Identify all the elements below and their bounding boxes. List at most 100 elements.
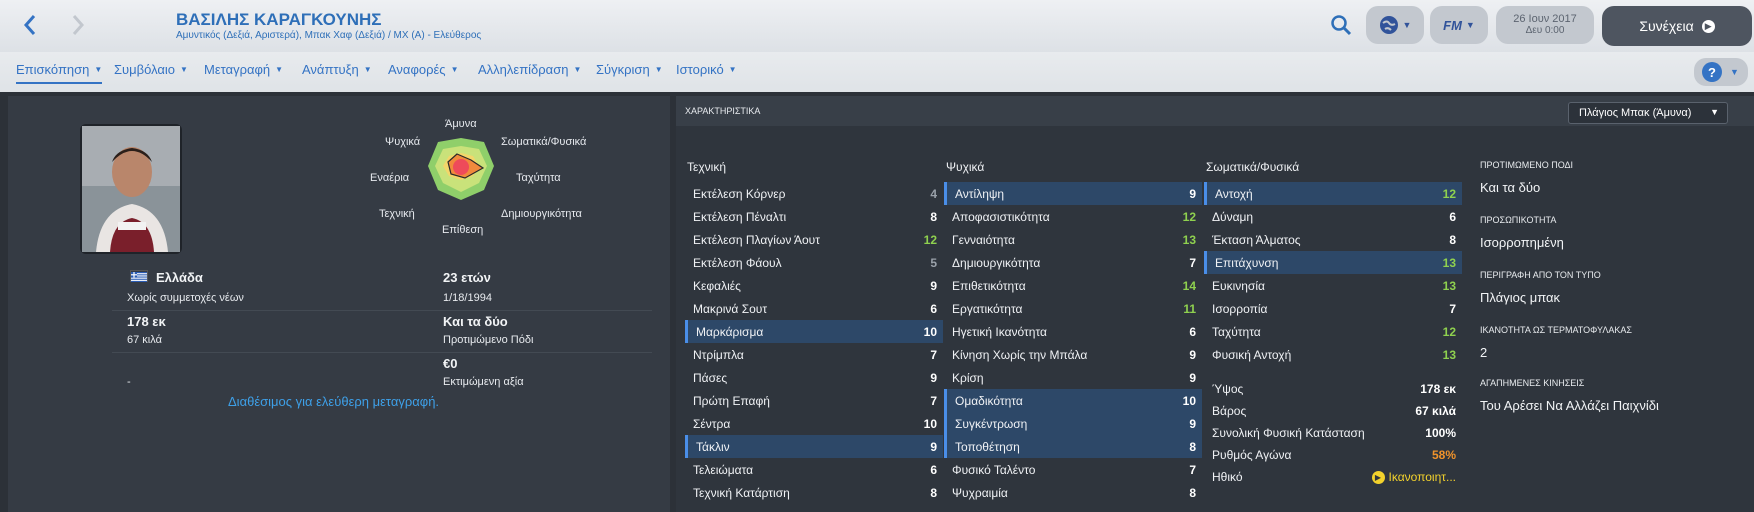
- attribute-value: 13: [1442, 278, 1456, 293]
- attribute-row[interactable]: Ηγετική Ικανότητα 6: [944, 320, 1202, 343]
- attribute-row[interactable]: Μακρινά Σουτ 6: [685, 297, 943, 320]
- attribute-row[interactable]: Ευκινησία 13: [1204, 274, 1462, 297]
- chevron-down-icon: ▼: [1730, 67, 1739, 77]
- chevron-down-icon: ▼: [573, 65, 582, 74]
- attribute-row[interactable]: Κεφαλιές 9: [685, 274, 943, 297]
- chevron-down-icon: ▼: [275, 65, 284, 74]
- attribute-name: Συνολική Φυσική Κατάσταση: [1212, 426, 1365, 440]
- attribute-row[interactable]: Ομαδικότητα 10: [944, 389, 1202, 412]
- chevron-down-icon: ▼: [94, 65, 103, 74]
- globe-menu-button[interactable]: ▼: [1366, 6, 1424, 44]
- attribute-row[interactable]: Πάσες 9: [685, 366, 943, 389]
- attribute-value: 6: [930, 301, 937, 316]
- attribute-row[interactable]: Συνολική Φυσική Κατάσταση 100%: [1204, 422, 1462, 444]
- attribute-value: 10: [923, 416, 937, 431]
- attribute-row[interactable]: Βάρος 67 κιλά: [1204, 400, 1462, 422]
- game-date[interactable]: 26 Ιουν 2017 Δευ 0:00: [1496, 6, 1594, 44]
- physical-extra-list: Ύψος 178 εκ Βάρος 67 κιλά Συνολική Φυσική Κα…: [1204, 378, 1462, 488]
- attribute-row[interactable]: Τοποθέτηση 8: [944, 435, 1202, 458]
- attribute-value: 13: [1442, 347, 1456, 362]
- estimated-value-label: Εκτιμώμενη αξία: [443, 376, 524, 388]
- search-icon[interactable]: [1330, 14, 1356, 38]
- attribute-row[interactable]: Σέντρα 10: [685, 412, 943, 435]
- attribute-row[interactable]: Ντρίμπλα 7: [685, 343, 943, 366]
- attribute-row[interactable]: Φυσική Αντοχή 13: [1204, 343, 1462, 366]
- attribute-row[interactable]: Τελειώματα 6: [685, 458, 943, 481]
- attribute-row[interactable]: Επιθετικότητα 14: [944, 274, 1202, 297]
- tab-comparison[interactable]: Σύγκριση ▼: [596, 62, 663, 84]
- attribute-row[interactable]: Δύναμη 6: [1204, 205, 1462, 228]
- attribute-name: Εκτέλεση Πέναλτι: [693, 209, 787, 224]
- attribute-name: Πρώτη Επαφή: [693, 393, 770, 408]
- mental-column: Ψυχικά Αντίληψη 9 Αποφασιστικότητα 12 Γενναι…: [944, 160, 1202, 504]
- time-text: Δευ 0:00: [1525, 25, 1565, 36]
- attribute-row[interactable]: Τεχνική Κατάρτιση 8: [685, 481, 943, 504]
- info-label: ΑΓΑΠΗΜΕΝΕΣ ΚΙΝΗΣΕΙΣ: [1480, 378, 1585, 388]
- radar-label-defence: Άμυνα: [445, 118, 477, 130]
- tab-label: Σύγκριση: [596, 62, 650, 77]
- attribute-row[interactable]: Ψυχραιμία 8: [944, 481, 1202, 504]
- attribute-row[interactable]: Εκτέλεση Κόρνερ 4: [685, 182, 943, 205]
- attribute-name: Κρίση: [952, 370, 984, 385]
- attribute-name: Ευκινησία: [1212, 278, 1265, 293]
- youth-caps: Χωρίς συμμετοχές νέων: [127, 292, 244, 304]
- attribute-row[interactable]: Γενναιότητα 13: [944, 228, 1202, 251]
- tab-reports[interactable]: Αναφορές ▼: [388, 62, 459, 84]
- mental-heading: Ψυχικά: [946, 160, 985, 174]
- attribute-row[interactable]: Ρυθμός Αγώνα 58%: [1204, 444, 1462, 466]
- attribute-name: Ισορροπία: [1212, 301, 1268, 316]
- attribute-row[interactable]: Εκτέλεση Πέναλτι 8: [685, 205, 943, 228]
- attribute-value: 13: [1442, 255, 1456, 270]
- fm-logo: FM: [1443, 17, 1462, 33]
- forward-arrow-icon[interactable]: [66, 10, 90, 40]
- attribute-row[interactable]: Έκταση Άλματος 8: [1204, 228, 1462, 251]
- attribute-row[interactable]: Δημιουργικότητα 7: [944, 251, 1202, 274]
- attribute-value: 5: [930, 255, 937, 270]
- attribute-row[interactable]: Πρώτη Επαφή 7: [685, 389, 943, 412]
- attribute-row[interactable]: Ύψος 178 εκ: [1204, 378, 1462, 400]
- role-select[interactable]: Πλάγιος Μπακ (Άμυνα) ▼: [1568, 102, 1728, 124]
- attribute-row[interactable]: Ηθικό ▶ Ικανοποιητ...: [1204, 466, 1462, 488]
- attribute-name: Εκτέλεση Κόρνερ: [693, 186, 786, 201]
- fm-menu-button[interactable]: FM ▼: [1430, 6, 1488, 44]
- tab-overview[interactable]: Επισκόπηση ▼: [16, 62, 103, 84]
- continue-button[interactable]: Συνέχεια ▶: [1602, 6, 1752, 46]
- nationality[interactable]: Ελλάδα: [156, 270, 203, 285]
- attribute-row[interactable]: Επιτάχυνση 13: [1204, 251, 1462, 274]
- attribute-row[interactable]: Εκτέλεση Φάουλ 5: [685, 251, 943, 274]
- tab-interaction[interactable]: Αλληλεπίδραση ▼: [478, 62, 581, 84]
- attribute-row[interactable]: Συγκέντρωση 9: [944, 412, 1202, 435]
- info-label: ΠΡΟΣΩΠΙΚΟΤΗΤΑ: [1480, 215, 1557, 225]
- attribute-value: 9: [930, 439, 937, 454]
- attribute-row[interactable]: Κρίση 9: [944, 366, 1202, 389]
- back-arrow-icon[interactable]: [18, 10, 42, 40]
- tab-transfer[interactable]: Μεταγραφή ▼: [204, 62, 283, 84]
- attribute-row[interactable]: Εκτέλεση Πλαγίων Άουτ 12: [685, 228, 943, 251]
- attributes-title: ΧΑΡΑΚΤΗΡΙΣΤΙΚΑ: [685, 106, 761, 116]
- profile-panel: Ελλάδα Χωρίς συμμετοχές νέων 23 ετών 1/1…: [8, 96, 670, 512]
- attribute-name: Γενναιότητα: [952, 232, 1015, 247]
- attribute-row[interactable]: Τάκλιν 9: [685, 435, 943, 458]
- attribute-value: 8: [930, 209, 937, 224]
- tab-development[interactable]: Ανάπτυξη ▼: [302, 62, 372, 84]
- tab-contract[interactable]: Συμβόλαιο ▼: [114, 62, 188, 84]
- transfer-status-link[interactable]: Διαθέσιμος για ελεύθερη μεταγραφή.: [228, 394, 439, 409]
- tab-label: Αναφορές: [388, 62, 446, 77]
- attribute-name: Φυσικό Ταλέντο: [952, 462, 1036, 477]
- help-button[interactable]: ? ▼: [1694, 58, 1748, 86]
- attribute-row[interactable]: Αποφασιστικότητα 12: [944, 205, 1202, 228]
- attribute-row[interactable]: Αντοχή 12: [1204, 182, 1462, 205]
- attribute-name: Συγκέντρωση: [955, 416, 1028, 431]
- attribute-row[interactable]: Μαρκάρισμα 10: [685, 320, 943, 343]
- attribute-row[interactable]: Ταχύτητα 12: [1204, 320, 1462, 343]
- technical-column: Τεχνική Εκτέλεση Κόρνερ 4 Εκτέλεση Πέναλτι…: [685, 160, 943, 504]
- attribute-row[interactable]: Ισορροπία 7: [1204, 297, 1462, 320]
- attribute-name: Τάκλιν: [696, 439, 730, 454]
- attribute-row[interactable]: Κίνηση Χωρίς την Μπάλα 9: [944, 343, 1202, 366]
- attribute-row[interactable]: Εργατικότητα 11: [944, 297, 1202, 320]
- attribute-row[interactable]: Φυσικό Ταλέντο 7: [944, 458, 1202, 481]
- attribute-value: 9: [1189, 416, 1196, 431]
- attribute-name: Μαρκάρισμα: [696, 324, 764, 339]
- tab-history[interactable]: Ιστορικό ▼: [676, 62, 737, 84]
- attribute-row[interactable]: Αντίληψη 9: [944, 182, 1202, 205]
